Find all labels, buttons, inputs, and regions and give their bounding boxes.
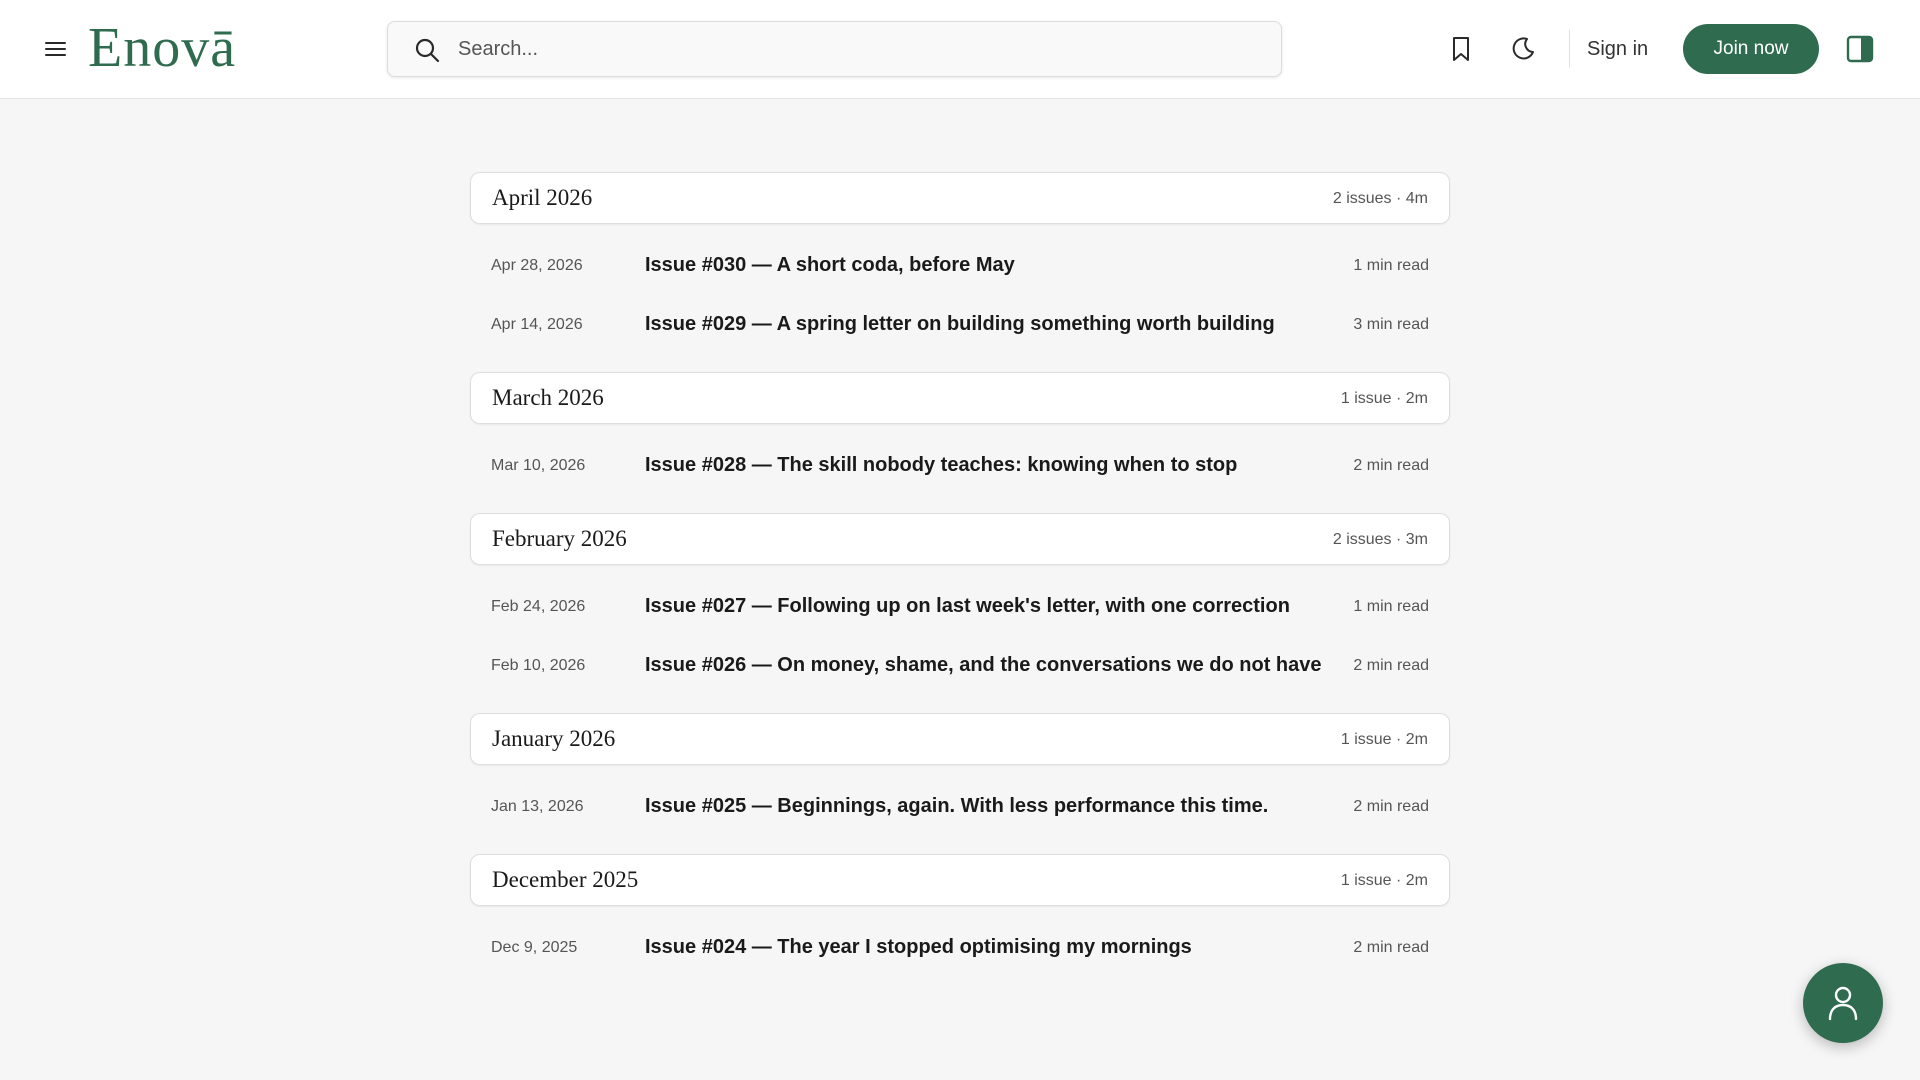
month-issue-count: 2 issues · 4m xyxy=(1332,190,1428,207)
issue-title-link[interactable]: Issue #030 — A short coda, before May xyxy=(645,254,1015,277)
sidebar-panel-icon xyxy=(1846,35,1874,63)
join-now-button[interactable]: Join now xyxy=(1683,24,1819,74)
month-title: February 2026 xyxy=(492,526,627,551)
search-input[interactable] xyxy=(458,22,1258,76)
issue-date: Jan 13, 2026 xyxy=(491,798,584,815)
month-header[interactable]: December 2025 1 issue · 2m xyxy=(470,854,1450,906)
menu-icon-line xyxy=(45,42,66,44)
month-section: February 2026 2 issues · 3m Feb 24, 2026 Is… xyxy=(470,513,1450,713)
month-issue-count: 2 issues · 3m xyxy=(1332,531,1428,548)
issue-row[interactable]: Apr 14, 2026 Issue #029 — A spring letter… xyxy=(470,296,1450,355)
menu-icon-line xyxy=(45,54,66,56)
issue-title-link[interactable]: Issue #027 — Following up on last week's… xyxy=(645,595,1290,618)
issue-date: Apr 14, 2026 xyxy=(491,316,583,333)
issue-date: Dec 9, 2025 xyxy=(491,939,578,956)
theme-toggle-button[interactable] xyxy=(1506,32,1540,66)
month-issue-count: 1 issue · 2m xyxy=(1340,731,1428,748)
month-section: March 2026 1 issue · 2m Mar 10, 2026 Issue … xyxy=(470,372,1450,513)
issue-read-time: 1 min read xyxy=(1353,257,1429,274)
issue-date: Mar 10, 2026 xyxy=(491,457,586,474)
issue-read-time: 2 min read xyxy=(1353,939,1429,956)
issue-row[interactable]: Feb 10, 2026 Issue #026 — On money, shame… xyxy=(470,637,1450,696)
search-box[interactable] xyxy=(387,21,1282,77)
issue-row[interactable]: Feb 24, 2026 Issue #027 — Following up on… xyxy=(470,578,1450,637)
month-section: April 2026 2 issues · 4m Apr 28, 2026 Issue… xyxy=(470,172,1450,372)
month-header[interactable]: February 2026 2 issues · 3m xyxy=(470,513,1450,565)
issue-title-link[interactable]: Issue #028 — The skill nobody teaches: k… xyxy=(645,454,1237,477)
issue-list: Jan 13, 2026 Issue #025 — Beginnings, aga… xyxy=(470,765,1450,854)
moon-icon xyxy=(1512,37,1534,60)
month-issue-count: 1 issue · 2m xyxy=(1340,872,1428,889)
issue-read-time: 2 min read xyxy=(1353,657,1429,674)
issue-title-link[interactable]: Issue #024 — The year I stopped optimisi… xyxy=(645,936,1192,959)
sign-in-link[interactable]: Sign in xyxy=(1587,32,1648,66)
month-header[interactable]: April 2026 2 issues · 4m xyxy=(470,172,1450,224)
month-title: April 2026 xyxy=(492,185,593,210)
issue-read-time: 3 min read xyxy=(1353,316,1429,333)
header-divider xyxy=(1569,30,1570,68)
month-header[interactable]: January 2026 1 issue · 2m xyxy=(470,713,1450,765)
month-title: December 2025 xyxy=(492,867,639,892)
month-header[interactable]: March 2026 1 issue · 2m xyxy=(470,372,1450,424)
sidebar-toggle-button[interactable] xyxy=(1845,34,1875,64)
issue-title-link[interactable]: Issue #029 — A spring letter on building… xyxy=(645,313,1275,336)
user-icon xyxy=(1828,986,1858,1021)
month-issue-count: 1 issue · 2m xyxy=(1340,390,1428,407)
issue-date: Feb 24, 2026 xyxy=(491,598,586,615)
month-section: January 2026 1 issue · 2m Jan 13, 2026 Issu… xyxy=(470,713,1450,854)
issue-read-time: 1 min read xyxy=(1353,598,1429,615)
month-title: January 2026 xyxy=(492,726,616,751)
issue-date: Apr 28, 2026 xyxy=(491,257,583,274)
bookmark-icon xyxy=(1453,37,1469,61)
issue-list: Apr 28, 2026 Issue #030 — A short coda, b… xyxy=(470,224,1450,372)
search-icon xyxy=(415,38,440,63)
issue-archive: April 2026 2 issues · 4m Apr 28, 2026 Issue… xyxy=(470,172,1450,995)
account-fab-button[interactable] xyxy=(1803,963,1883,1043)
month-title: March 2026 xyxy=(492,385,604,410)
issue-date: Feb 10, 2026 xyxy=(491,657,586,674)
issue-list: Dec 9, 2025 Issue #024 — The year I stopp… xyxy=(470,906,1450,995)
menu-icon-line xyxy=(45,48,66,50)
month-section: December 2025 1 issue · 2m Dec 9, 2025 Issu… xyxy=(470,854,1450,995)
site-header: Enovā Sign in Join now xyxy=(0,0,1920,99)
menu-button[interactable] xyxy=(40,36,70,62)
issue-list: Mar 10, 2026 Issue #028 — The skill nobod… xyxy=(470,424,1450,513)
issue-title-link[interactable]: Issue #026 — On money, shame, and the co… xyxy=(645,654,1322,677)
issue-read-time: 2 min read xyxy=(1353,798,1429,815)
issue-row[interactable]: Jan 13, 2026 Issue #025 — Beginnings, aga… xyxy=(470,778,1450,837)
issue-title-link[interactable]: Issue #025 — Beginnings, again. With les… xyxy=(645,795,1268,818)
issue-row[interactable]: Apr 28, 2026 Issue #030 — A short coda, b… xyxy=(470,237,1450,296)
issue-row[interactable]: Mar 10, 2026 Issue #028 — The skill nobod… xyxy=(470,437,1450,496)
bookmark-button[interactable] xyxy=(1444,32,1478,66)
site-logo[interactable]: Enovā xyxy=(88,18,236,78)
issue-row[interactable]: Dec 9, 2025 Issue #024 — The year I stopp… xyxy=(470,919,1450,978)
issue-read-time: 2 min read xyxy=(1353,457,1429,474)
issue-list: Feb 24, 2026 Issue #027 — Following up on… xyxy=(470,565,1450,713)
